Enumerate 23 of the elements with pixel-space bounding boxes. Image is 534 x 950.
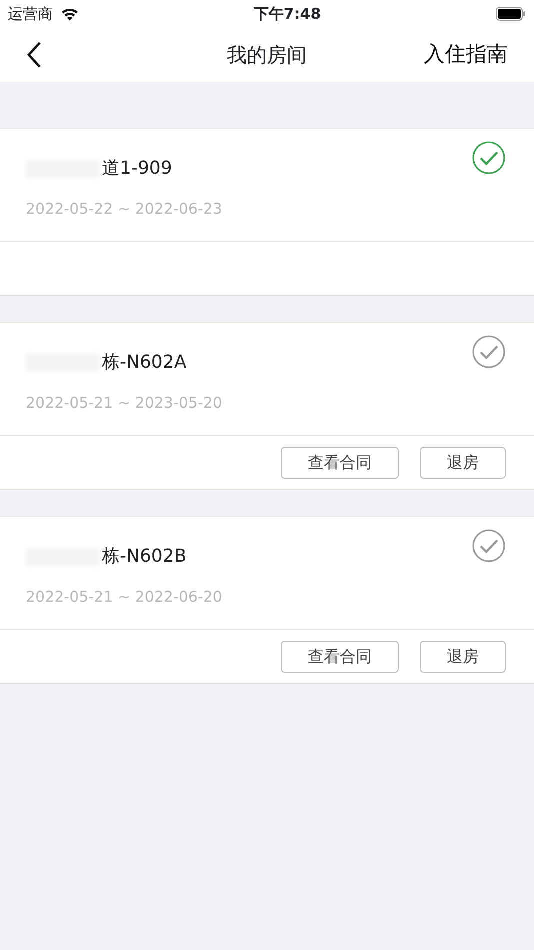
room-name: 栋-N602B <box>26 543 472 570</box>
check-circle-icon[interactable] <box>472 335 506 369</box>
date-range: 2022-05-21 ~ 2023-05-20 <box>26 393 224 414</box>
battery-icon <box>496 7 526 21</box>
status-time: 下午7:48 <box>254 4 322 23</box>
page-title: 我的房间 <box>227 43 307 67</box>
check-circle-icon[interactable] <box>472 529 506 563</box>
date-range: 2022-05-22 ~ 2022-06-23 <box>26 199 224 220</box>
guide-link[interactable]: 入住指南 <box>424 39 508 71</box>
room-name: 道1-909 <box>26 155 472 182</box>
action-button[interactable]: 查看合同 <box>281 446 399 478</box>
room-name: 栋-N602A <box>26 349 472 376</box>
action-button[interactable]: 查看合同 <box>281 640 399 672</box>
action-button[interactable]: 退房 <box>420 640 506 672</box>
room-card[interactable]: 栋-N602A 2022-05-21 ~ 2023-05-20 查看合同 退房 <box>0 322 534 490</box>
room-card[interactable]: 道1-909 2022-05-22 ~ 2022-06-23 <box>0 128 534 296</box>
room-card[interactable]: 栋-N602B 2022-05-21 ~ 2022-06-20 查看合同 退房 <box>0 516 534 684</box>
date-range: 2022-05-21 ~ 2022-06-20 <box>26 587 224 608</box>
action-button[interactable]: 退房 <box>420 446 506 478</box>
back-button[interactable] <box>26 41 42 69</box>
check-circle-icon[interactable] <box>472 141 506 175</box>
wifi-icon <box>61 7 79 21</box>
carrier-name: 运营商 <box>8 4 53 25</box>
